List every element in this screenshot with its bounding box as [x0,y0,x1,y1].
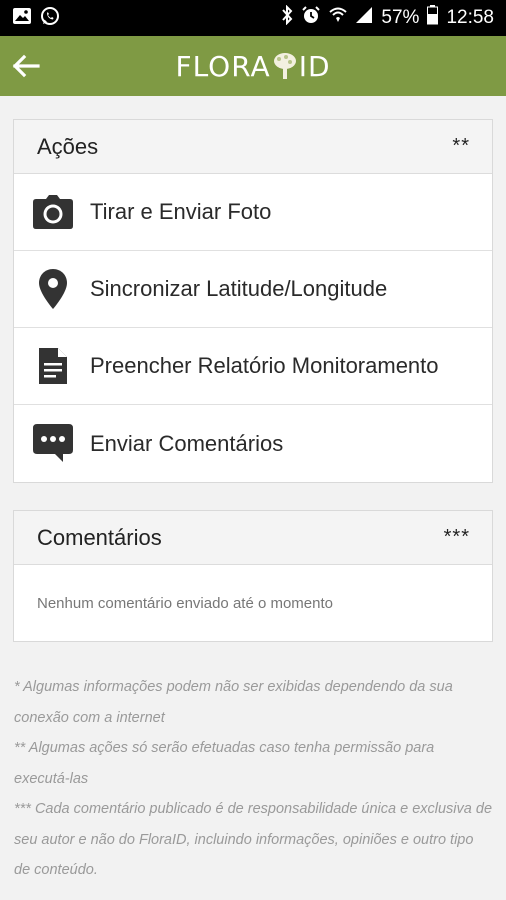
image-notification-icon [12,7,32,30]
camera-icon [32,191,74,233]
status-bar: 57% 12:58 [0,0,506,36]
action-label: Tirar e Enviar Foto [90,199,272,224]
status-bar-right: 57% 12:58 [281,4,494,31]
action-sync-location[interactable]: Sincronizar Latitude/Longitude [14,251,492,328]
app-bar: FLORA ID [0,36,506,96]
alarm-icon [301,5,321,31]
comments-empty-message: Nenhum comentário enviado até o momento [37,594,334,612]
action-fill-report[interactable]: Preencher Relatório Monitoramento [14,328,492,405]
battery-percent: 57% [381,7,420,28]
signal-icon [355,6,373,30]
whatsapp-icon [40,6,60,31]
footnotes: * Algumas informações podem não ser exib… [14,672,492,886]
battery-icon [427,5,439,31]
action-send-comments[interactable]: Enviar Comentários [14,405,492,482]
logo-text-right: ID [298,49,331,83]
wifi-icon [329,6,348,30]
status-bar-left [12,6,60,31]
location-pin-icon [32,268,74,310]
action-label: Enviar Comentários [90,430,284,456]
tree-icon [273,52,297,80]
footnote: *** Cada comentário publicado é de respo… [14,801,493,878]
footnote: * Algumas informações podem não ser exib… [14,679,453,726]
comments-marker: *** [443,526,470,548]
document-icon [32,345,74,387]
footnote: ** Algumas ações só serão efetuadas caso… [14,740,435,787]
arrow-left-icon [12,54,40,78]
action-label: Sincronizar Latitude/Longitude [90,276,388,301]
bluetooth-icon [281,4,293,31]
actions-title: Ações [37,133,99,159]
app-logo: FLORA ID [0,36,506,96]
comments-card-header: Comentários *** [14,511,492,565]
chat-bubble-icon [32,423,74,465]
logo-text-left: FLORA [175,49,271,83]
clock: 12:58 [446,7,494,28]
action-label: Preencher Relatório Monitoramento [90,353,439,378]
back-button[interactable] [10,50,42,82]
action-take-photo[interactable]: Tirar e Enviar Foto [14,174,492,251]
actions-card: Ações ** Tirar e Enviar Foto Sincronizar… [13,119,493,483]
actions-card-header: Ações ** [14,120,492,174]
comments-card: Comentários *** Nenhum comentário enviad… [13,510,493,642]
actions-marker: ** [452,135,470,157]
comments-title: Comentários [37,524,162,550]
